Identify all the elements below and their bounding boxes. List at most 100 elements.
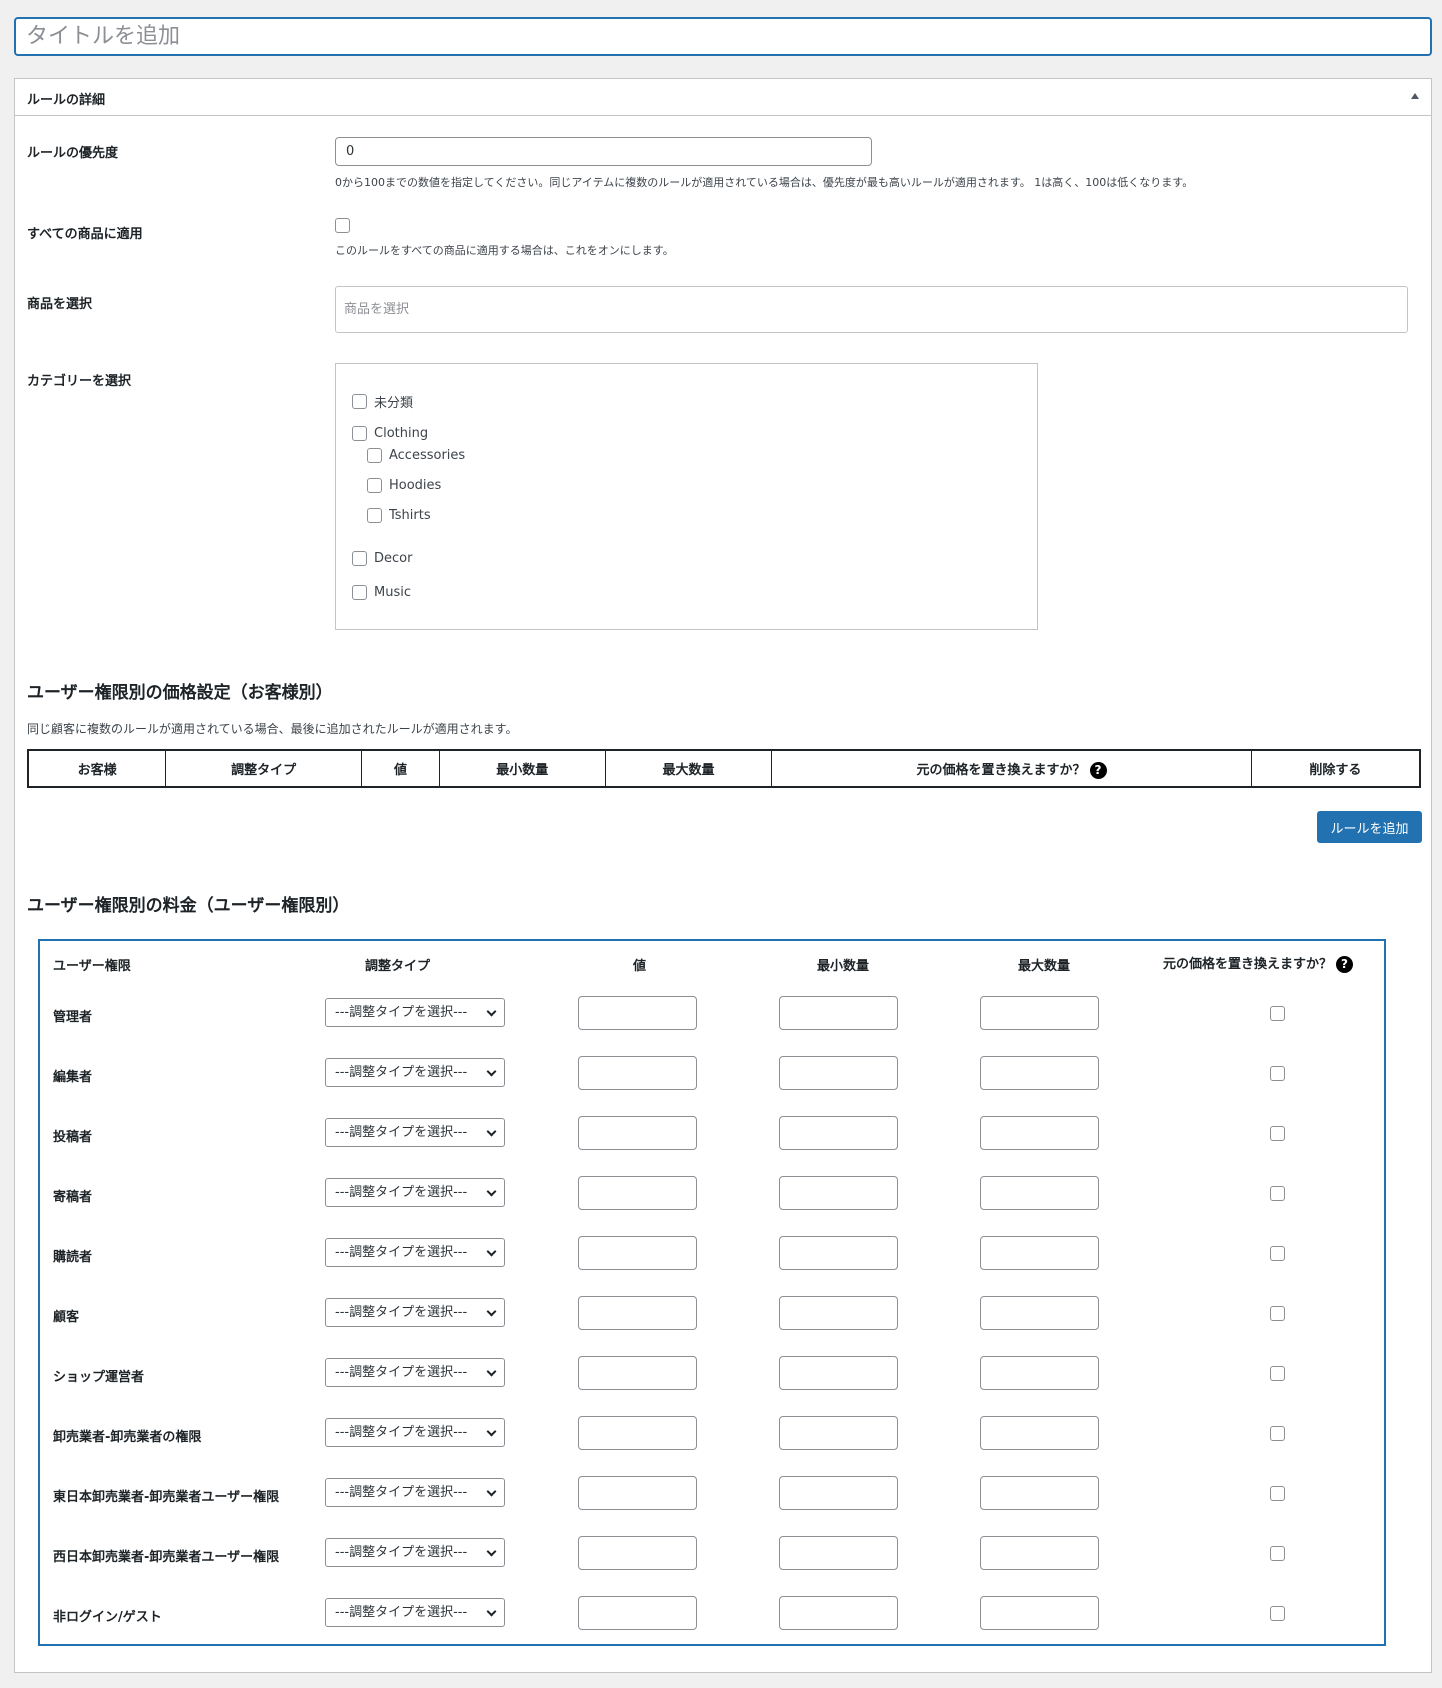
max-quantity-input[interactable] bbox=[980, 1236, 1099, 1270]
column-header-label: 元の価格を置き換えますか？ bbox=[1163, 957, 1333, 972]
max-quantity-input[interactable] bbox=[980, 1596, 1099, 1630]
adjustment-type-select[interactable]: ---調整タイプを選択--- bbox=[325, 1238, 505, 1267]
column-header: 値 bbox=[633, 959, 647, 974]
adjustment-type-select[interactable]: ---調整タイプを選択--- bbox=[325, 1358, 505, 1387]
value-input[interactable] bbox=[578, 1536, 697, 1570]
category-item[interactable]: Clothing bbox=[352, 426, 428, 441]
chevron-down-icon bbox=[486, 1486, 497, 1497]
max-quantity-input[interactable] bbox=[980, 1416, 1099, 1450]
column-header: 調整タイプ bbox=[365, 959, 431, 974]
product-select-input[interactable]: 商品を選択 bbox=[335, 286, 1408, 333]
adjustment-type-select[interactable]: ---調整タイプを選択--- bbox=[325, 1118, 505, 1147]
min-quantity-input[interactable] bbox=[779, 1416, 898, 1450]
category-label: 未分類 bbox=[374, 396, 414, 411]
min-quantity-input[interactable] bbox=[779, 1056, 898, 1090]
priority-input[interactable] bbox=[335, 137, 872, 166]
column-header-label: 元の価格を置き換えますか？ bbox=[916, 762, 1086, 778]
value-input[interactable] bbox=[578, 1296, 697, 1330]
min-quantity-input[interactable] bbox=[779, 1296, 898, 1330]
priority-label: ルールの優先度 bbox=[27, 146, 119, 161]
value-input[interactable] bbox=[578, 1236, 697, 1270]
max-quantity-input[interactable] bbox=[980, 1296, 1099, 1330]
replace-price-checkbox[interactable] bbox=[1270, 1186, 1285, 1201]
category-checkbox[interactable] bbox=[352, 394, 367, 409]
category-item[interactable]: Music bbox=[352, 585, 411, 600]
value-input[interactable] bbox=[578, 1056, 697, 1090]
replace-price-checkbox[interactable] bbox=[1270, 1306, 1285, 1321]
column-header: 最小数量 bbox=[438, 749, 606, 788]
category-checkbox[interactable] bbox=[367, 478, 382, 493]
apply-all-label: すべての商品に適用 bbox=[27, 227, 143, 242]
triangle-up-icon[interactable] bbox=[1411, 93, 1419, 99]
value-input[interactable] bbox=[578, 996, 697, 1030]
replace-price-checkbox[interactable] bbox=[1270, 1006, 1285, 1021]
min-quantity-input[interactable] bbox=[779, 1236, 898, 1270]
adjustment-type-select[interactable]: ---調整タイプを選択--- bbox=[325, 1538, 505, 1567]
category-item[interactable]: Accessories bbox=[367, 448, 465, 463]
min-quantity-input[interactable] bbox=[779, 1116, 898, 1150]
category-checkbox[interactable] bbox=[352, 551, 367, 566]
category-checkbox[interactable] bbox=[367, 508, 382, 523]
replace-price-checkbox[interactable] bbox=[1270, 1366, 1285, 1381]
replace-price-checkbox[interactable] bbox=[1270, 1546, 1285, 1561]
replace-price-checkbox[interactable] bbox=[1270, 1606, 1285, 1621]
adjustment-type-select[interactable]: ---調整タイプを選択--- bbox=[325, 1598, 505, 1627]
min-quantity-input[interactable] bbox=[779, 1176, 898, 1210]
column-header: 削除する bbox=[1250, 749, 1421, 788]
column-header: 値 bbox=[361, 749, 440, 788]
value-input[interactable] bbox=[578, 1596, 697, 1630]
min-quantity-input[interactable] bbox=[779, 1596, 898, 1630]
min-quantity-input[interactable] bbox=[779, 1536, 898, 1570]
adjustment-type-select[interactable]: ---調整タイプを選択--- bbox=[325, 1058, 505, 1087]
category-item[interactable]: Hoodies bbox=[367, 478, 441, 493]
role-name: 東日本卸売業者-卸売業者ユーザー権限 bbox=[53, 1490, 280, 1505]
column-header: 最大数量 bbox=[604, 749, 773, 788]
adjustment-type-label: ---調整タイプを選択--- bbox=[335, 1065, 468, 1080]
replace-price-checkbox[interactable] bbox=[1270, 1486, 1285, 1501]
category-label: Hoodies bbox=[389, 478, 442, 493]
column-header: 元の価格を置き換えますか？? bbox=[1163, 953, 1354, 973]
replace-price-checkbox[interactable] bbox=[1270, 1426, 1285, 1441]
category-item[interactable]: Tshirts bbox=[367, 508, 431, 523]
min-quantity-input[interactable] bbox=[779, 996, 898, 1030]
min-quantity-input[interactable] bbox=[779, 1476, 898, 1510]
adjustment-type-select[interactable]: ---調整タイプを選択--- bbox=[325, 1418, 505, 1447]
apply-all-checkbox[interactable] bbox=[335, 218, 350, 233]
value-input[interactable] bbox=[578, 1356, 697, 1390]
adjustment-type-select[interactable]: ---調整タイプを選択--- bbox=[325, 1298, 505, 1327]
max-quantity-input[interactable] bbox=[980, 1056, 1099, 1090]
adjustment-type-select[interactable]: ---調整タイプを選択--- bbox=[325, 1478, 505, 1507]
value-input[interactable] bbox=[578, 1176, 697, 1210]
title-input[interactable] bbox=[14, 17, 1432, 56]
add-rule-button[interactable]: ルールを追加 bbox=[1317, 811, 1422, 843]
category-label: Decor bbox=[374, 551, 413, 566]
replace-price-checkbox[interactable] bbox=[1270, 1066, 1285, 1081]
max-quantity-input[interactable] bbox=[980, 1536, 1099, 1570]
adjustment-type-select[interactable]: ---調整タイプを選択--- bbox=[325, 1178, 505, 1207]
max-quantity-input[interactable] bbox=[980, 1476, 1099, 1510]
adjustment-type-select[interactable]: ---調整タイプを選択--- bbox=[325, 998, 505, 1027]
adjustment-type-label: ---調整タイプを選択--- bbox=[335, 1545, 468, 1560]
max-quantity-input[interactable] bbox=[980, 1176, 1099, 1210]
customer-pricing-description: 同じ顧客に複数のルールが適用されている場合、最後に追加されたルールが適用されます… bbox=[27, 722, 518, 736]
category-item[interactable]: Decor bbox=[352, 551, 412, 566]
replace-price-checkbox[interactable] bbox=[1270, 1246, 1285, 1261]
replace-price-checkbox[interactable] bbox=[1270, 1126, 1285, 1141]
chevron-down-icon bbox=[486, 1006, 497, 1017]
value-input[interactable] bbox=[578, 1116, 697, 1150]
question-circle-icon[interactable]: ? bbox=[1336, 956, 1354, 973]
category-checkbox[interactable] bbox=[352, 426, 367, 441]
category-item[interactable]: 未分類 bbox=[352, 392, 413, 411]
min-quantity-input[interactable] bbox=[779, 1356, 898, 1390]
value-input[interactable] bbox=[578, 1416, 697, 1450]
question-circle-icon[interactable]: ? bbox=[1089, 761, 1107, 779]
role-name: 非ログイン/ゲスト bbox=[53, 1610, 162, 1625]
adjustment-type-label: ---調整タイプを選択--- bbox=[335, 1125, 468, 1140]
category-checkbox[interactable] bbox=[367, 448, 382, 463]
max-quantity-input[interactable] bbox=[980, 1116, 1099, 1150]
value-input[interactable] bbox=[578, 1476, 697, 1510]
apply-all-description: このルールをすべての商品に適用する場合は、これをオンにします。 bbox=[335, 244, 674, 257]
category-checkbox[interactable] bbox=[352, 585, 367, 600]
max-quantity-input[interactable] bbox=[980, 1356, 1099, 1390]
max-quantity-input[interactable] bbox=[980, 996, 1099, 1030]
